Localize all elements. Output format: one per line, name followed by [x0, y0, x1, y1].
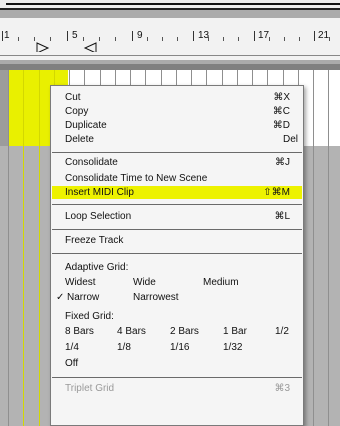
menu-item-triplet-grid[interactable]: Triplet Grid ⌘3	[52, 382, 302, 395]
bar-number: 17	[258, 30, 270, 41]
grid-option-narrow[interactable]: Narrow	[67, 292, 99, 303]
shortcut-label: ⌘D	[272, 120, 290, 131]
grid-line	[8, 70, 9, 426]
ruler-tick	[67, 31, 68, 41]
bar-number: 21	[318, 30, 330, 41]
menu-item-delete[interactable]: Delete Del	[52, 133, 302, 146]
checkmark-icon: ✓	[56, 292, 65, 303]
grid-option-8-bars[interactable]: 8 Bars	[65, 326, 94, 337]
bar-number: 9	[137, 30, 143, 41]
arrangement-ruler[interactable]: 1 5 9 13 17 21	[0, 18, 340, 60]
bar-number: 1	[4, 30, 10, 41]
ruler-tick	[314, 31, 315, 41]
loop-brace-icon[interactable]	[36, 42, 98, 52]
menu-item-copy[interactable]: Copy ⌘C	[52, 105, 302, 118]
grid-line	[23, 70, 24, 426]
menu-item-insert-midi-clip[interactable]: Insert MIDI Clip ⇧⌘M	[52, 186, 302, 199]
grid-option-4-bars[interactable]: 4 Bars	[117, 326, 146, 337]
ruler-tick	[132, 31, 133, 41]
menu-separator	[52, 152, 302, 153]
grid-line	[39, 70, 40, 426]
menu-item-duplicate[interactable]: Duplicate ⌘D	[52, 119, 302, 132]
title-bar	[0, 0, 340, 10]
grid-option-1-32[interactable]: 1/32	[223, 342, 242, 353]
shortcut-label: Del	[282, 134, 298, 145]
shortcut-label: ⌘J	[275, 157, 290, 168]
menu-item-consolidate[interactable]: Consolidate ⌘J	[52, 156, 302, 169]
menu-item-freeze-track[interactable]: Freeze Track	[52, 234, 302, 247]
top-divider-2	[0, 8, 340, 10]
shortcut-label: ⌘X	[273, 92, 290, 103]
ruler-tick	[254, 31, 255, 41]
grid-option-1-16[interactable]: 1/16	[170, 342, 189, 353]
grid-line	[328, 70, 329, 426]
menu-item-consolidate-time[interactable]: Consolidate Time to New Scene	[52, 172, 302, 185]
menu-separator	[52, 377, 302, 378]
grid-line	[313, 70, 314, 426]
fixed-grid-header: Fixed Grid:	[65, 311, 114, 322]
ruler-tick	[193, 31, 194, 41]
top-divider	[6, 3, 340, 5]
grid-option-widest[interactable]: Widest	[65, 277, 96, 288]
grid-option-1-2[interactable]: 1/2	[275, 326, 289, 337]
shortcut-label: ⇧⌘M	[263, 187, 290, 198]
shortcut-label: ⌘3	[274, 383, 290, 394]
menu-separator	[52, 253, 302, 254]
menu-item-cut[interactable]: Cut ⌘X	[52, 91, 302, 104]
grid-option-off[interactable]: Off	[65, 358, 78, 369]
grid-option-1-bar[interactable]: 1 Bar	[223, 326, 247, 337]
adaptive-grid-header: Adaptive Grid:	[65, 262, 129, 273]
menu-item-loop-selection[interactable]: Loop Selection ⌘L	[52, 210, 302, 223]
grid-option-1-4[interactable]: 1/4	[65, 342, 79, 353]
menu-separator	[52, 204, 302, 205]
grid-option-medium[interactable]: Medium	[203, 277, 239, 288]
ruler-tick	[2, 31, 3, 41]
grid-option-1-8[interactable]: 1/8	[117, 342, 131, 353]
grid-option-wide[interactable]: Wide	[133, 277, 156, 288]
grid-option-narrowest[interactable]: Narrowest	[133, 292, 179, 303]
shortcut-label: ⌘L	[274, 211, 290, 222]
context-menu: Cut ⌘X Copy ⌘C Duplicate ⌘D Delete Del C…	[50, 85, 304, 426]
shortcut-label: ⌘C	[272, 106, 290, 117]
menu-separator	[52, 229, 302, 230]
bar-number: 5	[72, 30, 78, 41]
grid-option-2-bars[interactable]: 2 Bars	[170, 326, 199, 337]
